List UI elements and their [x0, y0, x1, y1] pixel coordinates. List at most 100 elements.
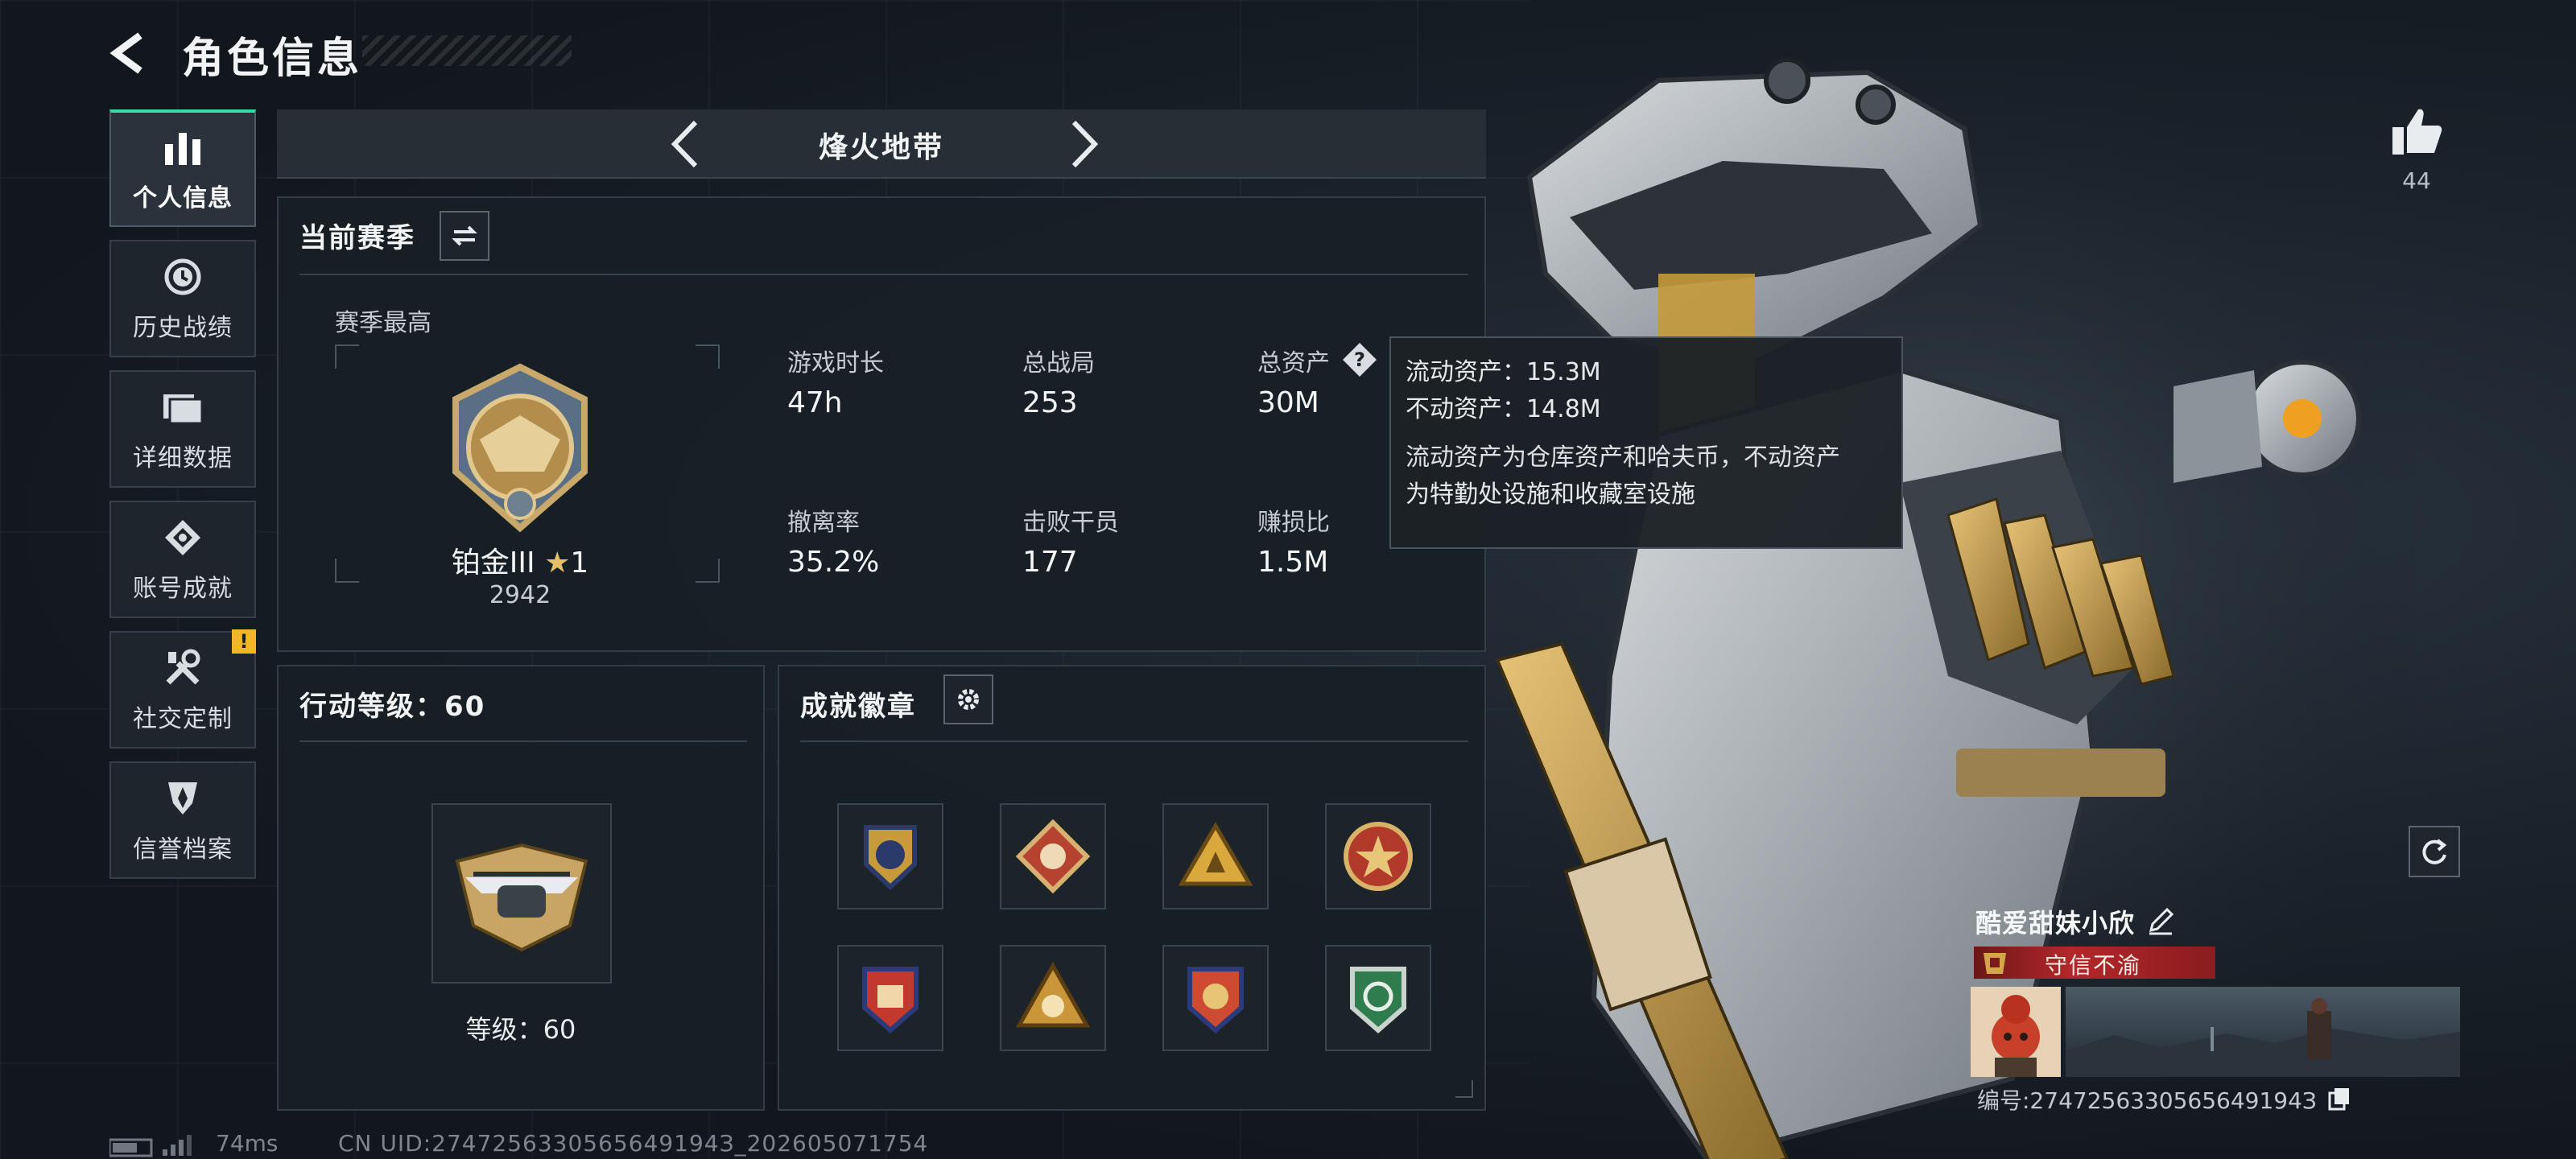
sidebar-item-label: 历史战绩: [133, 314, 233, 342]
svg-text:?: ?: [1354, 349, 1365, 371]
stat-value: 253: [1022, 386, 1078, 419]
frame-corner: [335, 344, 359, 369]
sidebar-item-social-custom[interactable]: 社交定制 !: [109, 629, 256, 749]
thumbs-up-icon: [2392, 109, 2442, 155]
stat-value: 177: [1022, 546, 1078, 579]
achievements-header: 成就徽章: [800, 691, 916, 723]
like-button[interactable]: [2388, 103, 2446, 161]
shield-emblem-icon: [160, 776, 205, 821]
bar-chart-icon: [160, 125, 205, 170]
season-best-label: 赛季最高: [335, 309, 431, 337]
stat-value: 35.2%: [787, 546, 880, 579]
level-emblem: [431, 803, 612, 984]
action-level-panel: 行动等级：60 等级：60: [277, 665, 765, 1111]
gear-icon: [958, 689, 979, 710]
tooltip-description-cont: 为特勤处设施和收藏室设施: [1406, 481, 1695, 509]
tooltip-liquid-assets: 流动资产：15.3M: [1406, 358, 1601, 386]
folders-icon: [160, 385, 205, 430]
refresh-icon: [2422, 839, 2447, 864]
rank-name: 铂金III: [451, 547, 535, 580]
season-panel: 当前赛季 赛季最高 铂金III ★1 2942 游戏时长 47h 总战局 253…: [277, 196, 1486, 652]
back-button[interactable]: [108, 31, 156, 76]
achievement-badge[interactable]: [1325, 803, 1431, 909]
season-header: 当前赛季: [299, 222, 415, 254]
stat-label: 游戏时长: [787, 349, 884, 377]
rank-name-row: 铂金III ★1: [431, 539, 609, 581]
mode-next-button[interactable]: [1059, 118, 1108, 171]
mode-title: 烽火地带: [818, 131, 944, 164]
copy-icon: [2328, 1088, 2349, 1111]
stat-label: 击败干员: [1022, 509, 1119, 537]
badge-settings-button[interactable]: [943, 674, 993, 724]
achievement-badge[interactable]: [1325, 945, 1431, 1051]
divider: [299, 740, 747, 742]
star-icon: ★: [544, 547, 571, 580]
action-level-header: 行动等级：60: [299, 691, 486, 723]
frame-corner: [1455, 1080, 1473, 1098]
stat-label: 撤离率: [787, 509, 860, 537]
help-icon[interactable]: ?: [1341, 341, 1378, 378]
stat-value: 30M: [1257, 386, 1319, 419]
tooltip-description: 流动资产为仓库资产和哈夫币，不动资产: [1406, 443, 1840, 472]
back-arrow-icon: [109, 32, 142, 74]
title-decoration: [362, 35, 572, 66]
swap-icon: [452, 225, 477, 246]
achievement-badge[interactable]: [1000, 945, 1106, 1051]
sidebar-item-label: 社交定制: [133, 705, 233, 733]
avatar[interactable]: [1971, 987, 2061, 1077]
warning-badge: !: [232, 629, 256, 654]
sidebar: 个人信息 历史战绩 详细数据 账号成就 社交定制 ! 信誉档案: [109, 109, 256, 892]
title-emblem-icon: [1984, 953, 2006, 974]
rank-stars: 1: [570, 547, 589, 580]
tools-icon: [160, 645, 205, 691]
sidebar-item-label: 信誉档案: [133, 835, 233, 864]
achievements-panel: 成就徽章: [778, 665, 1486, 1111]
asset-tooltip: 流动资产：15.3M 不动资产：14.8M 流动资产为仓库资产和哈夫币，不动资产…: [1389, 336, 1903, 549]
refresh-button[interactable]: [2409, 826, 2460, 877]
sidebar-item-credit-profile[interactable]: 信誉档案: [109, 761, 256, 879]
divider: [800, 740, 1468, 742]
rank-score: 2942: [489, 581, 551, 609]
stat-label: 赚损比: [1257, 509, 1330, 537]
like-count: 44: [2402, 167, 2431, 194]
player-name: 酷爱甜妹小欣: [1975, 908, 2136, 938]
achievement-badge[interactable]: [1162, 945, 1269, 1051]
sidebar-item-account-achievements[interactable]: 账号成就: [109, 501, 256, 618]
divider: [299, 274, 1468, 275]
ping-text: 74ms: [216, 1130, 279, 1157]
frame-corner: [696, 344, 720, 369]
sidebar-item-personal-info[interactable]: 个人信息: [109, 109, 256, 227]
frame-corner: [335, 559, 359, 583]
achievement-badge[interactable]: [837, 945, 943, 1051]
copy-id-button[interactable]: [2326, 1085, 2352, 1111]
pencil-icon: [2149, 907, 2174, 935]
player-id: 编号:2747256330565649194З: [1977, 1087, 2317, 1114]
level-label: 等级：60: [465, 1014, 576, 1045]
stat-value: 1.5M: [1257, 546, 1329, 579]
history-clock-icon: [160, 254, 205, 299]
sidebar-item-label: 个人信息: [133, 184, 233, 212]
stat-label: 总资产: [1257, 349, 1330, 377]
achievement-badge[interactable]: [1162, 803, 1269, 909]
stat-value: 47h: [787, 386, 843, 419]
mode-selector: 烽火地带: [277, 109, 1486, 179]
page-title: 角色信息: [182, 35, 363, 83]
edit-name-button[interactable]: [2145, 905, 2177, 937]
sidebar-item-label: 账号成就: [133, 575, 233, 603]
tooltip-fixed-assets: 不动资产：14.8M: [1406, 395, 1601, 423]
rank-emblem: [431, 359, 609, 536]
sidebar-item-detailed-data[interactable]: 详细数据: [109, 370, 256, 488]
achievement-diamond-icon: [160, 515, 205, 560]
network-signal-icon: [108, 1133, 198, 1157]
stat-label: 总战局: [1022, 349, 1095, 377]
profile-banner: [2066, 987, 2460, 1077]
frame-corner: [696, 559, 720, 583]
achievement-badge[interactable]: [1000, 803, 1106, 909]
switch-season-button[interactable]: [440, 211, 489, 261]
sidebar-item-label: 详细数据: [133, 444, 233, 472]
sidebar-item-history[interactable]: 历史战绩: [109, 240, 256, 357]
achievement-badge[interactable]: [837, 803, 943, 909]
chevron-right-icon: [1071, 120, 1099, 168]
uid-text: CN UID:2747256330565649194З_202605071754: [338, 1130, 929, 1157]
player-title-text: 守信不渝: [2045, 952, 2142, 979]
